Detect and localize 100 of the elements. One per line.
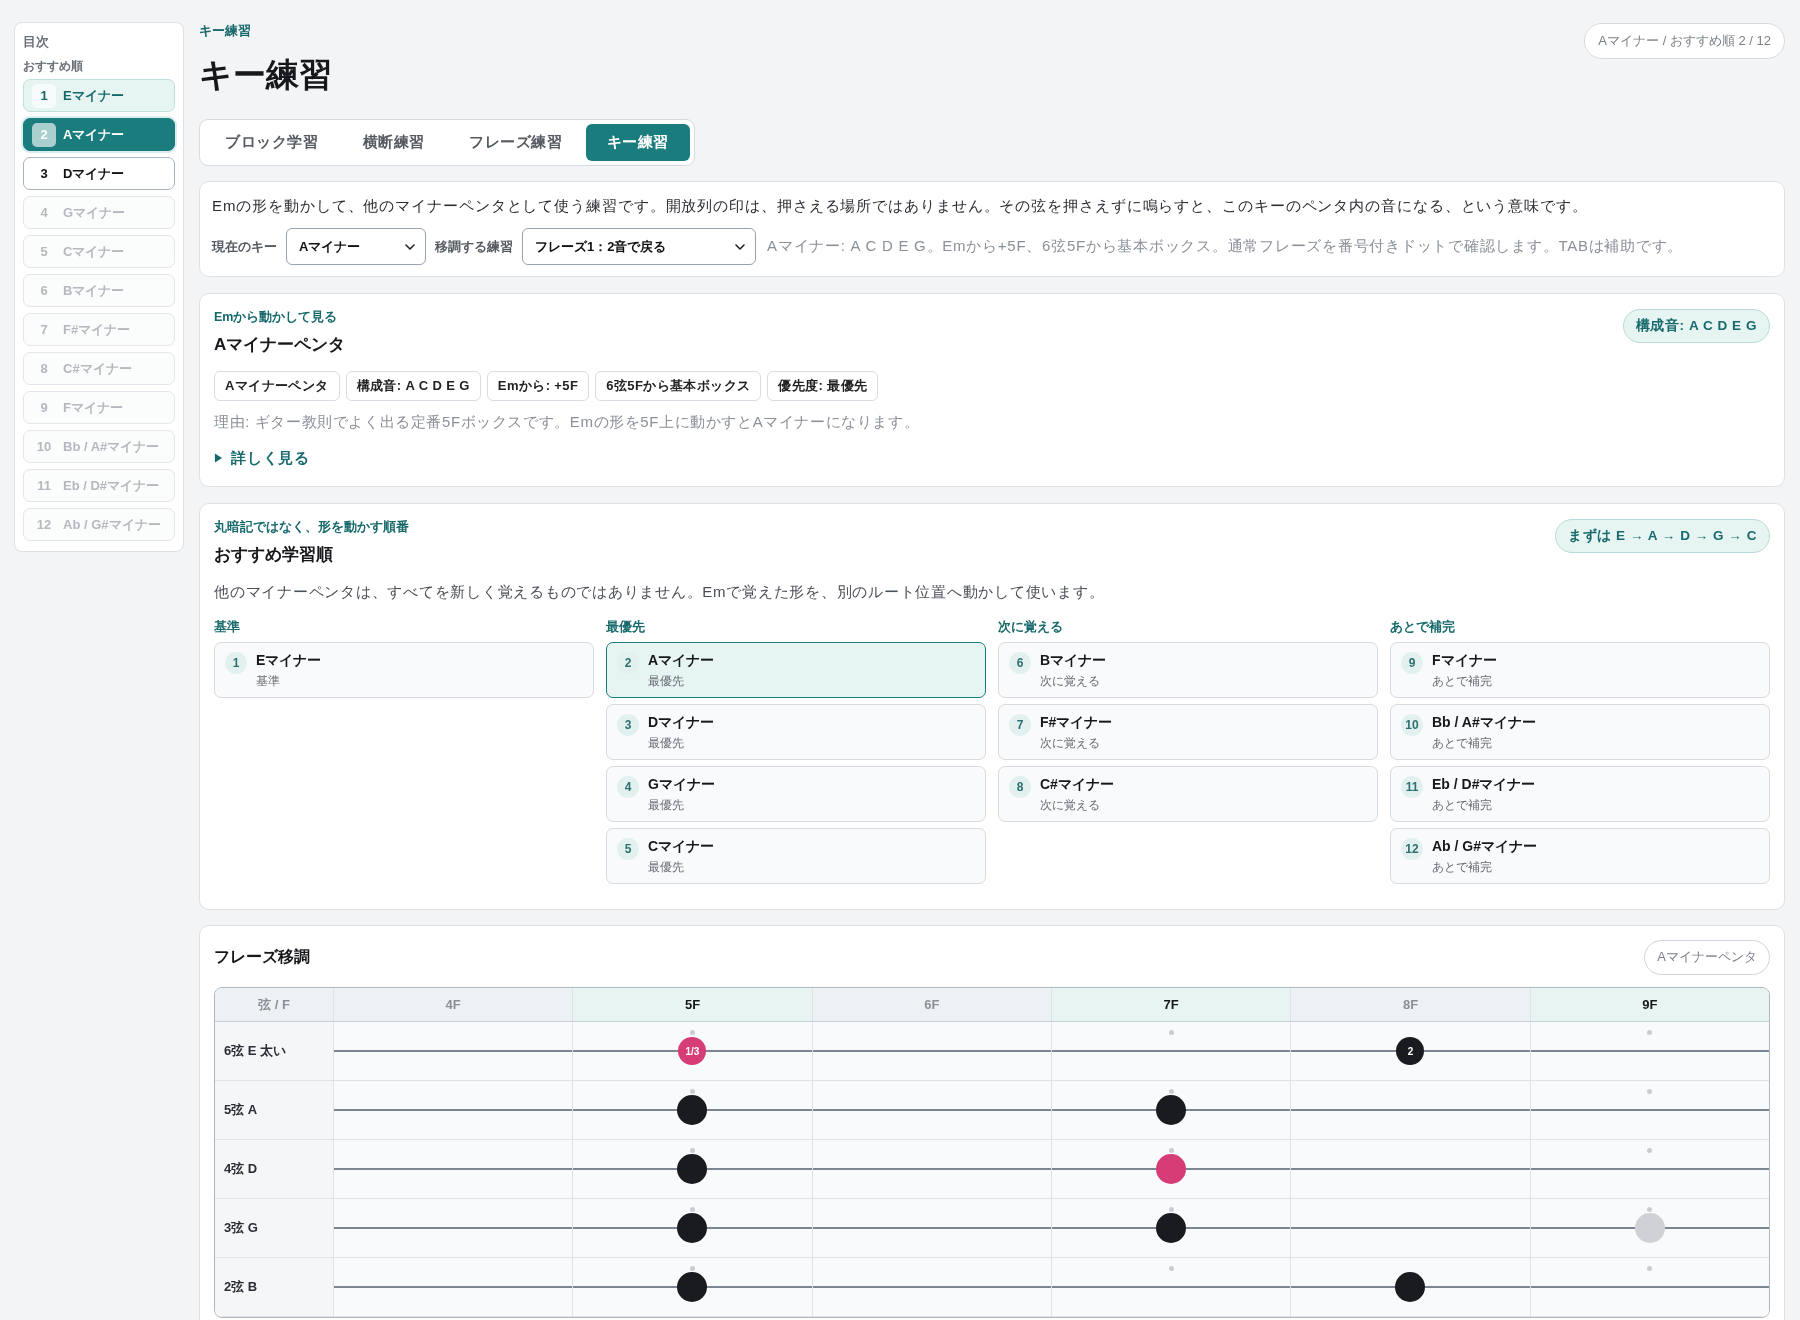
section-title: Aマイナーペンタ: [214, 334, 346, 356]
breadcrumb[interactable]: キー練習: [199, 22, 332, 40]
priority-label: 基準: [256, 673, 281, 689]
number-badge: 11: [1401, 776, 1423, 798]
key-card[interactable]: 11 Eb / D#マイナー あとで補完: [1390, 766, 1770, 822]
key-card[interactable]: 12 Ab / G#マイナー あとで補完: [1390, 828, 1770, 884]
priority-label: 最優先: [648, 859, 685, 875]
field-label: 移調する練習: [435, 237, 513, 256]
number-badge: 7: [1009, 714, 1031, 736]
route-tag: まずは E → A → D → G → C: [1555, 519, 1770, 553]
item-number: 11: [36, 477, 52, 495]
info-tag: 6弦5Fから基本ボックス: [595, 371, 762, 401]
key-name: Cマイナー: [648, 837, 715, 856]
key-name: Eb / D#マイナー: [1432, 775, 1536, 794]
key-name: Ab / G#マイナー: [1432, 837, 1537, 856]
item-number: 3: [39, 165, 49, 183]
priority-label: 次に覚える: [1040, 673, 1101, 689]
key-name: Bb / A#マイナー: [1432, 713, 1536, 732]
details-toggle[interactable]: 詳しく見る: [214, 446, 310, 470]
key-name: Aマイナー: [648, 651, 715, 670]
info-tag: Aマイナーペンタ: [214, 371, 340, 401]
number-badge: 4: [617, 776, 639, 798]
priority-label: 最優先: [648, 673, 685, 689]
tab[interactable]: キー練習: [585, 124, 691, 161]
group-heading: 最優先: [606, 619, 646, 635]
group-heading: 次に覚える: [998, 619, 1064, 635]
row-header: 5弦 A: [215, 1081, 333, 1139]
number-badge: 3: [617, 714, 639, 736]
number-badge: 5: [617, 838, 639, 860]
sidebar-title: 目次: [23, 33, 50, 51]
priority-label: あとで補完: [1432, 673, 1493, 689]
priority-label: あとで補完: [1432, 859, 1493, 875]
key-card[interactable]: 9 Fマイナー あとで補完: [1390, 642, 1770, 698]
priority-label: 最優先: [648, 797, 685, 813]
row-header: 2弦 B: [215, 1258, 333, 1316]
sidebar-item[interactable]: 2 Aマイナー: [23, 118, 175, 151]
section-description: 他のマイナーペンタは、すべてを新しく覚えるものではありません。Emで覚えた形を、別のルート位置へ動かして使います。: [214, 582, 1106, 602]
info-tag: Emから: +5F: [486, 371, 590, 401]
key-name: Eマイナー: [256, 651, 322, 670]
number-badge: 6: [1009, 652, 1031, 674]
sidebar-item[interactable]: 3 Dマイナー: [23, 157, 175, 190]
column-header: 8F: [1290, 988, 1530, 1021]
number-badge: 12: [1401, 838, 1423, 860]
item-number: 7: [39, 321, 49, 339]
dropdown[interactable]: フレーズ1：2音で戻る: [522, 228, 756, 265]
item-number: 9: [39, 399, 49, 417]
section-title: フレーズ移調: [214, 946, 310, 967]
key-card[interactable]: 1 Eマイナー 基準: [214, 642, 594, 698]
tab[interactable]: フレーズ練習: [448, 124, 584, 161]
key-name: F#マイナー: [1040, 713, 1113, 732]
key-card[interactable]: 3 Dマイナー 最優先: [606, 704, 986, 760]
key-name: C#マイナー: [1040, 775, 1114, 794]
chevron-down-icon: [735, 243, 745, 250]
scale-tag: Aマイナーペンタ: [1644, 939, 1770, 975]
tab[interactable]: ブロック学習: [204, 124, 340, 161]
section-eyebrow: Emから動かして見る: [214, 309, 339, 325]
dropdown[interactable]: Aマイナー: [286, 228, 426, 265]
section-eyebrow: 丸暗記ではなく、形を動かす順番: [214, 519, 409, 535]
note-marker: 1/3: [678, 1037, 707, 1065]
info-tag: 優先度: 最優先: [767, 371, 879, 401]
number-badge: 1: [225, 652, 247, 674]
column-header: 弦 / F: [215, 988, 333, 1021]
info-tag: 構成音: A C D E G: [345, 371, 481, 401]
key-card[interactable]: 5 Cマイナー 最優先: [606, 828, 986, 884]
sidebar-item[interactable]: 1 Eマイナー: [23, 79, 175, 112]
page-title: キー練習: [199, 55, 332, 95]
column-header: 9F: [1529, 988, 1769, 1021]
item-number: 4: [39, 204, 49, 222]
item-number: 10: [35, 438, 53, 456]
item-number: 6: [39, 282, 49, 300]
priority-label: 次に覚える: [1040, 735, 1101, 751]
priority-label: 最優先: [648, 735, 685, 751]
chevron-down-icon: [405, 243, 415, 250]
hint-text: Aマイナー: A C D E G。Emから+5F、6弦5Fから基本ボックス。通常フレーズを番号付きドットで確認します。TABは補助です。: [767, 237, 1684, 256]
position-indicator: Aマイナー / おすすめ順 2 / 12: [1584, 23, 1785, 59]
key-card[interactable]: 7 F#マイナー 次に覚える: [998, 704, 1378, 760]
key-card[interactable]: 8 C#マイナー 次に覚える: [998, 766, 1378, 822]
item-number: 5: [39, 243, 49, 261]
number-badge: 2: [32, 122, 56, 147]
column-header: 4F: [333, 988, 573, 1021]
row-header: 4弦 D: [215, 1140, 333, 1198]
item-number: 12: [35, 516, 53, 534]
notes-tag: 構成音: A C D E G: [1622, 309, 1770, 343]
row-header: 6弦 E 太い: [215, 1022, 333, 1080]
key-card[interactable]: 6 Bマイナー 次に覚える: [998, 642, 1378, 698]
number-badge: 1: [32, 83, 56, 108]
key-card[interactable]: 4 Gマイナー 最優先: [606, 766, 986, 822]
priority-label: 次に覚える: [1040, 797, 1101, 813]
column-header: 5F: [572, 988, 812, 1021]
key-card[interactable]: 10 Bb / A#マイナー あとで補完: [1390, 704, 1770, 760]
number-badge: 2: [617, 652, 639, 674]
key-card[interactable]: 2 Aマイナー 最優先: [606, 642, 986, 698]
tab[interactable]: 横断練習: [341, 124, 446, 161]
number-badge: 9: [1401, 652, 1423, 674]
key-name: Bマイナー: [1040, 651, 1107, 670]
priority-label: あとで補完: [1432, 735, 1493, 751]
number-badge: 8: [1009, 776, 1031, 798]
section-title: おすすめ学習順: [214, 544, 334, 566]
reason-text: 理由: ギター教則でよく出る定番5Fボックスです。Emの形を5F上に動かすとAマイナーになります。: [214, 412, 921, 432]
key-name: Fマイナー: [1432, 651, 1497, 670]
